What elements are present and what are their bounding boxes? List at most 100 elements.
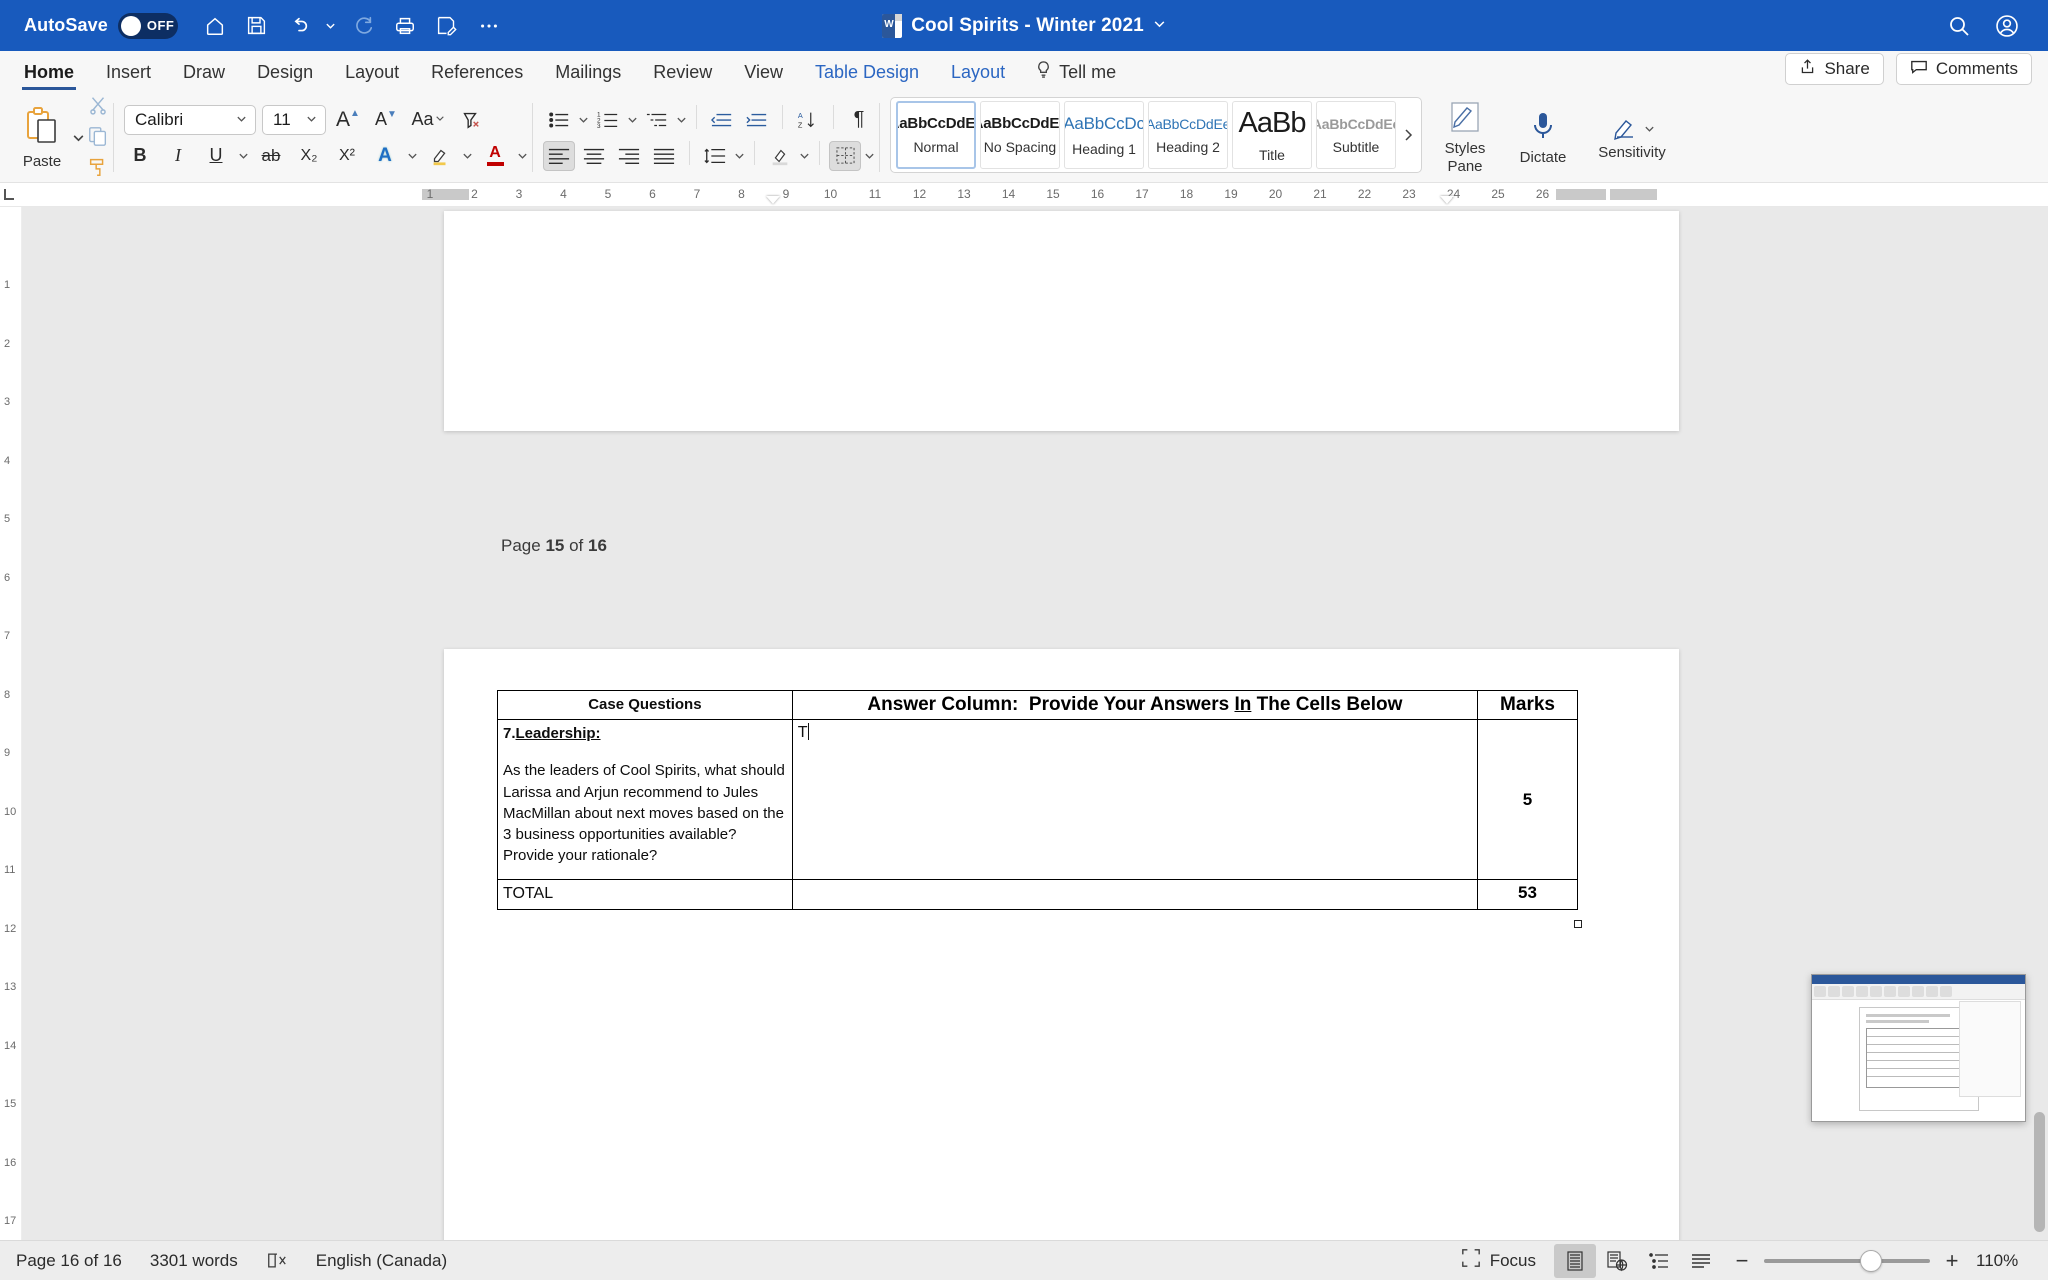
print-icon[interactable] [386,7,424,45]
outline-icon[interactable] [1638,1244,1680,1278]
dictate-button[interactable]: Dictate [1506,109,1580,166]
align-center-icon[interactable] [578,141,610,171]
zoom-in-button[interactable]: + [1942,1248,1962,1274]
change-case-button[interactable]: Aa [408,105,448,135]
draft-icon[interactable] [1680,1244,1722,1278]
borders-dropdown-icon[interactable] [864,150,875,161]
indent-marker[interactable] [766,196,780,204]
clear-formatting-icon[interactable] [454,105,486,135]
title-dropdown-icon[interactable] [1153,17,1166,35]
save-icon[interactable] [238,7,276,45]
text-effects-button[interactable]: A [369,141,401,171]
style-heading-1[interactable]: AaBbCcDc Heading 1 [1064,101,1144,169]
total-marks-cell[interactable]: 53 [1477,879,1578,910]
word-count[interactable]: 3301 words [150,1251,238,1271]
zoom-slider[interactable] [1764,1249,1930,1272]
total-label-cell[interactable]: TOTAL [497,879,793,910]
style-no-spacing[interactable]: AaBbCcDdEe No Spacing [980,101,1060,169]
highlight-dropdown-icon[interactable] [462,150,473,161]
document-page-15[interactable]: Page 15 of 16 [444,211,1679,555]
tab-review[interactable]: Review [637,55,728,89]
bullet-list-icon[interactable] [543,105,575,135]
comments-button[interactable]: Comments [1895,53,2032,85]
tab-references[interactable]: References [415,55,539,89]
underline-button[interactable]: U [200,141,232,171]
language-indicator[interactable]: English (Canada) [316,1251,447,1271]
show-formatting-marks-icon[interactable]: ¶ [843,105,875,135]
focus-button[interactable]: Focus [1461,1248,1536,1273]
redo-icon[interactable] [344,7,382,45]
tab-selector[interactable] [4,189,14,200]
shading-icon[interactable] [764,141,796,171]
vertical-ruler[interactable]: 1 2 3 4 5 6 7 8 9 10 11 12 13 14 15 16 17 [0,207,22,1240]
tab-table-layout[interactable]: Layout [935,55,1021,89]
style-heading-2[interactable]: AaBbCcDdEe Heading 2 [1148,101,1228,169]
total-answer-cell[interactable] [791,879,1479,910]
zoom-slider-knob[interactable] [1860,1249,1882,1272]
marks-cell[interactable]: 5 [1477,719,1578,880]
quick-print-icon[interactable] [428,7,466,45]
web-layout-icon[interactable] [1596,1244,1638,1278]
multilevel-dropdown-icon[interactable] [676,114,687,125]
tab-table-design[interactable]: Table Design [799,55,935,89]
cut-icon[interactable] [87,94,109,121]
tab-draw[interactable]: Draw [167,55,241,89]
horizontal-ruler[interactable]: 1 2 3 4 5 6 7 8 9 10 11 12 13 14 15 16 17 18 19 20 21 22 23 24 2… [0,183,2048,207]
tab-insert[interactable]: Insert [90,55,167,89]
borders-icon[interactable] [829,140,861,171]
share-button[interactable]: Share [1785,53,1884,85]
shading-dropdown-icon[interactable] [799,150,810,161]
grow-font-button[interactable]: A ▲ [332,105,364,135]
sort-icon[interactable]: AZ [792,105,824,135]
search-icon[interactable] [1940,7,1978,45]
case-questions-table[interactable]: Case Questions Answer Column: Provide Yo… [497,690,1578,910]
style-normal[interactable]: AaBbCcDdEe Normal [896,101,976,169]
undo-icon[interactable] [280,7,318,45]
vertical-scrollbar[interactable] [2034,327,2045,1232]
align-right-icon[interactable] [613,141,645,171]
bold-button[interactable]: B [124,141,156,171]
text-effects-dropdown-icon[interactable] [407,150,418,161]
superscript-button[interactable]: X² [331,141,363,171]
copy-icon[interactable] [87,125,109,152]
strikethrough-button[interactable]: ab [255,141,287,171]
tab-stop-marker[interactable] [1440,196,1454,204]
font-color-button[interactable]: A [479,141,511,171]
document-page-16[interactable]: Case Questions Answer Column: Provide Yo… [444,649,1679,1240]
document-canvas[interactable]: Page 15 of 16 Case Questions Answer Colu… [22,207,2048,1240]
decrease-indent-icon[interactable] [706,105,738,135]
styles-gallery-more-icon[interactable] [1398,128,1418,142]
question-cell[interactable]: 7.Leadership: As the leaders of Cool Spi… [497,719,793,880]
line-spacing-dropdown-icon[interactable] [734,150,745,161]
print-layout-icon[interactable] [1554,1243,1596,1278]
numbered-dropdown-icon[interactable] [627,114,638,125]
more-commands-icon[interactable] [470,7,508,45]
increase-indent-icon[interactable] [741,105,773,135]
style-title[interactable]: AaBb Title [1232,101,1312,169]
zoom-level[interactable]: 110% [1976,1251,2032,1271]
shrink-font-button[interactable]: A ▼ [370,105,402,135]
undo-dropdown-icon[interactable] [322,7,340,45]
font-color-dropdown-icon[interactable] [517,150,528,161]
underline-dropdown-icon[interactable] [238,150,249,161]
scrollbar-thumb[interactable] [2034,1112,2045,1232]
page-thumbnail-preview[interactable] [1811,974,2026,1122]
font-size-select[interactable]: 11 [262,104,326,135]
tab-home[interactable]: Home [8,55,90,90]
table-resize-handle[interactable] [1574,920,1582,928]
proofing-errors-icon[interactable] [266,1251,288,1270]
italic-button[interactable]: I [162,141,194,171]
styles-pane-button[interactable]: Styles Pane [1428,100,1502,175]
multilevel-list-icon[interactable] [641,105,673,135]
tab-layout[interactable]: Layout [329,55,415,89]
tab-design[interactable]: Design [241,55,329,89]
tell-me-box[interactable]: Tell me [1021,55,1130,89]
answer-cell[interactable]: T [791,719,1479,880]
page-indicator[interactable]: Page 16 of 16 [16,1251,122,1271]
tab-mailings[interactable]: Mailings [539,55,637,89]
sensitivity-button[interactable]: Sensitivity [1584,113,1680,161]
style-subtitle[interactable]: AaBbCcDdEe Subtitle [1316,101,1396,169]
bullet-dropdown-icon[interactable] [578,114,589,125]
format-painter-icon[interactable] [87,156,109,183]
autosave-toggle[interactable]: OFF [117,12,178,39]
